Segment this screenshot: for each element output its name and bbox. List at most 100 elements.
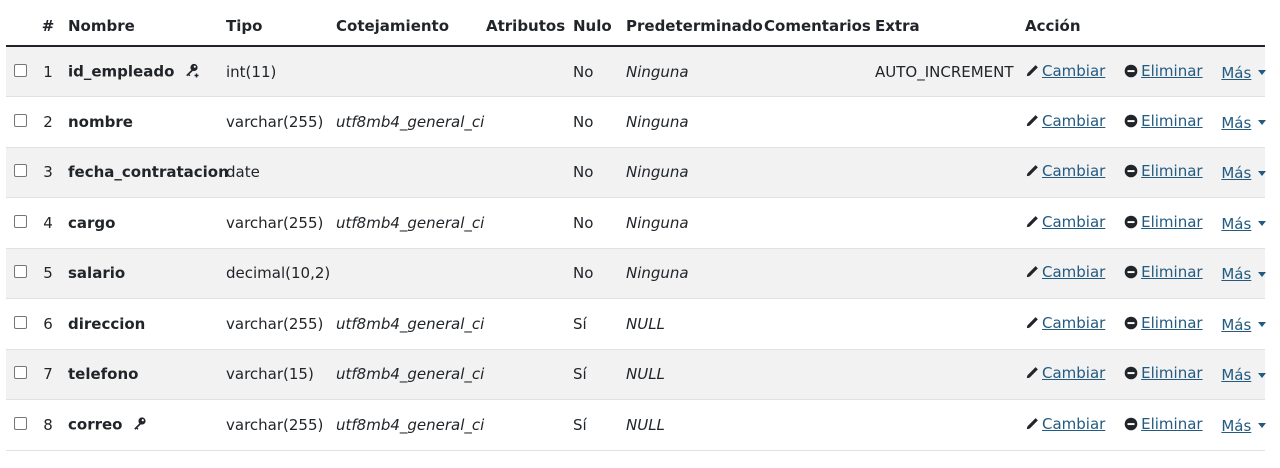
change-button[interactable]: Cambiar (1025, 314, 1105, 332)
more-label[interactable]: Más (1221, 265, 1251, 283)
drop-label[interactable]: Eliminar (1141, 415, 1202, 433)
row-checkbox-cell[interactable] (6, 349, 34, 400)
row-number: 5 (43, 264, 53, 283)
more-dropdown[interactable]: Más (1221, 164, 1267, 182)
drop-label[interactable]: Eliminar (1141, 112, 1202, 130)
column-default: NULL (626, 314, 665, 333)
column-attributes (480, 198, 567, 249)
column-comments (758, 400, 869, 451)
more-label[interactable]: Más (1221, 366, 1251, 384)
change-button[interactable]: Cambiar (1025, 62, 1105, 80)
header-action: Acción (1019, 6, 1265, 47)
table-structure-container: # Nombre Tipo Cotejamiento Atributos Nul… (6, 6, 1267, 451)
change-label[interactable]: Cambiar (1042, 364, 1105, 382)
row-checkbox-cell[interactable] (6, 400, 34, 451)
change-button[interactable]: Cambiar (1025, 415, 1105, 433)
drop-button[interactable]: Eliminar (1124, 162, 1203, 180)
change-button[interactable]: Cambiar (1025, 213, 1105, 231)
drop-label[interactable]: Eliminar (1141, 263, 1202, 281)
header-type[interactable]: Tipo (220, 6, 330, 47)
caret-down-icon (1258, 322, 1267, 328)
row-checkbox[interactable] (14, 113, 27, 127)
drop-button[interactable]: Eliminar (1124, 415, 1203, 433)
drop-button[interactable]: Eliminar (1124, 112, 1203, 130)
row-checkbox[interactable] (14, 315, 27, 329)
drop-label[interactable]: Eliminar (1141, 213, 1202, 231)
drop-label[interactable]: Eliminar (1141, 162, 1202, 180)
header-attributes[interactable]: Atributos (480, 6, 567, 47)
header-default[interactable]: Predeterminado (620, 6, 763, 47)
more-label[interactable]: Más (1221, 164, 1251, 182)
drop-button[interactable]: Eliminar (1124, 314, 1203, 332)
change-label[interactable]: Cambiar (1042, 62, 1105, 80)
header-comments[interactable]: Comentarios (758, 6, 871, 47)
row-checkbox[interactable] (14, 366, 27, 380)
drop-label[interactable]: Eliminar (1141, 314, 1202, 332)
minus-circle-icon (1124, 114, 1138, 128)
row-number: 1 (43, 62, 53, 81)
change-label[interactable]: Cambiar (1042, 112, 1105, 130)
drop-button[interactable]: Eliminar (1124, 364, 1203, 382)
row-name-cell: cargo (62, 198, 220, 249)
row-checkbox[interactable] (14, 214, 27, 228)
header-null[interactable]: Nulo (567, 6, 620, 47)
unique-key-icon (132, 415, 148, 435)
row-number: 8 (43, 415, 53, 434)
header-num: # (34, 6, 62, 47)
more-dropdown[interactable]: Más (1221, 366, 1267, 384)
column-type: varchar(255) (226, 415, 324, 434)
row-checkbox[interactable] (14, 164, 27, 178)
row-name-cell: fecha_contratacion (62, 147, 229, 198)
change-button[interactable]: Cambiar (1025, 263, 1105, 281)
header-extra[interactable]: Extra (869, 6, 1019, 47)
more-dropdown[interactable]: Más (1221, 215, 1267, 233)
column-extra (869, 400, 1019, 451)
header-name[interactable]: Nombre (62, 6, 220, 47)
more-dropdown[interactable]: Más (1221, 316, 1267, 334)
more-label[interactable]: Más (1221, 316, 1251, 334)
row-checkbox-cell[interactable] (6, 198, 34, 249)
header-collation[interactable]: Cotejamiento (330, 6, 480, 47)
drop-label[interactable]: Eliminar (1141, 364, 1202, 382)
more-label[interactable]: Más (1221, 417, 1251, 435)
change-button[interactable]: Cambiar (1025, 162, 1105, 180)
table-row: 7 telefono varchar(15) utf8mb4_general_c… (6, 349, 1267, 400)
row-checkbox[interactable] (14, 63, 27, 77)
change-label[interactable]: Cambiar (1042, 213, 1105, 231)
change-label[interactable]: Cambiar (1042, 415, 1105, 433)
change-button[interactable]: Cambiar (1025, 112, 1105, 130)
row-checkbox-cell[interactable] (6, 248, 34, 299)
row-checkbox[interactable] (14, 416, 27, 430)
more-dropdown[interactable]: Más (1221, 114, 1267, 132)
row-checkbox[interactable] (14, 265, 27, 279)
row-checkbox-cell[interactable] (6, 299, 34, 350)
more-label[interactable]: Más (1221, 114, 1251, 132)
drop-button[interactable]: Eliminar (1124, 263, 1203, 281)
change-label[interactable]: Cambiar (1042, 314, 1105, 332)
column-extra: AUTO_INCREMENT (875, 62, 1014, 81)
more-dropdown[interactable]: Más (1221, 265, 1267, 283)
column-collation (330, 248, 480, 299)
more-label[interactable]: Más (1221, 64, 1251, 82)
table-structure: # Nombre Tipo Cotejamiento Atributos Nul… (6, 6, 1267, 451)
more-dropdown[interactable]: Más (1221, 64, 1267, 82)
column-type: varchar(15) (226, 365, 314, 384)
change-label[interactable]: Cambiar (1042, 162, 1105, 180)
row-checkbox-cell[interactable] (6, 97, 34, 148)
column-default: Ninguna (626, 163, 689, 182)
drop-label[interactable]: Eliminar (1141, 62, 1202, 80)
drop-button[interactable]: Eliminar (1124, 213, 1203, 231)
row-checkbox-cell[interactable] (6, 46, 34, 97)
drop-button[interactable]: Eliminar (1124, 62, 1203, 80)
column-comments (758, 46, 869, 97)
row-checkbox-cell[interactable] (6, 147, 34, 198)
change-button[interactable]: Cambiar (1025, 364, 1105, 382)
table-row: 3 fecha_contratacion date No Ninguna Cam… (6, 147, 1267, 198)
table-row: 8 correo varchar(255) utf8mb4_general_ci… (6, 399, 1267, 451)
column-collation: utf8mb4_general_ci (336, 415, 485, 434)
more-dropdown[interactable]: Más (1221, 417, 1267, 435)
row-name-cell: telefono (62, 349, 220, 400)
column-attributes (480, 46, 567, 97)
change-label[interactable]: Cambiar (1042, 263, 1105, 281)
more-label[interactable]: Más (1221, 215, 1251, 233)
